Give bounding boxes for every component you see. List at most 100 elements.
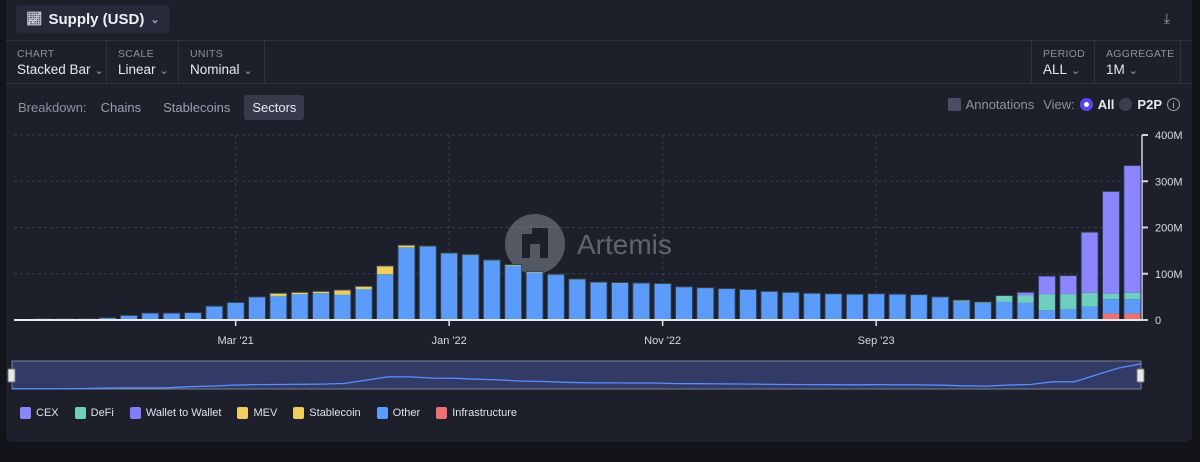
bar-segment-other: [718, 289, 736, 320]
view-label: View:: [1043, 97, 1075, 112]
y-tick-label: 200M: [1155, 223, 1183, 235]
chart-type-select[interactable]: CHART Stacked Bar ⌄: [6, 41, 107, 84]
bar-segment-other: [1102, 299, 1120, 314]
chevron-down-icon: ⌄: [94, 65, 104, 77]
y-tick-label: 100M: [1155, 269, 1183, 281]
bar-segment-other: [1081, 306, 1099, 320]
legend-item-mev[interactable]: MEV: [237, 407, 277, 419]
bar-segment-other: [547, 275, 565, 320]
legend: CEX DeFi Wallet to Wallet MEV Stablecoin Othe…: [20, 407, 517, 419]
navigator-right-handle[interactable]: [1136, 368, 1145, 383]
view-p2p-radio[interactable]: [1119, 98, 1133, 111]
chart-type-value: Stacked Bar: [17, 62, 91, 77]
bar-segment-other: [568, 279, 586, 320]
bar-segment-other: [846, 294, 864, 320]
breakdown-sectors[interactable]: Sectors: [244, 95, 305, 120]
legend-item-defi[interactable]: DeFi: [74, 407, 114, 419]
bar-segment-other: [611, 283, 629, 320]
artemis-watermark: Artemis: [505, 214, 672, 274]
bar-segment-other: [141, 313, 159, 320]
bar-segment-other: [867, 294, 885, 320]
navigator-left-handle[interactable]: [7, 368, 16, 383]
bar-segment-other: [504, 265, 522, 320]
download-icon[interactable]: ⤓: [1164, 10, 1170, 27]
chevron-down-icon: ⌄: [1128, 65, 1138, 77]
bar-segment-cex: [1059, 275, 1077, 295]
bar-segment-other: [910, 295, 928, 320]
svg-text:Artemis: Artemis: [577, 229, 672, 260]
chevron-down-icon: ⌄: [243, 65, 253, 77]
bar-segment-defi: [1059, 294, 1077, 310]
bar-segment-stablecoin: [376, 265, 394, 275]
stacked-bar-chart: 0 100M 200M 300M 400M Mar '21 Jan '22 Nov '22 Se…: [7, 130, 1183, 390]
legend-label: MEV: [253, 407, 278, 419]
bar-segment-defi: [1123, 292, 1141, 300]
bar-segment-other: [227, 302, 245, 320]
bar-segment-other: [824, 294, 842, 320]
legend-item-other[interactable]: Other: [376, 407, 421, 419]
legend-swatch: [237, 407, 249, 419]
scale-select[interactable]: SCALE Linear ⌄: [107, 41, 179, 84]
legend-item-stablecoin[interactable]: Stablecoin: [293, 407, 361, 419]
bar-segment-other: [483, 260, 501, 320]
bar-segment-other: [291, 294, 309, 320]
bar-segment-other: [376, 274, 394, 320]
bar-segment-defi: [995, 295, 1013, 302]
scale-value: Linear: [118, 62, 156, 77]
view-all-radio[interactable]: [1079, 98, 1093, 111]
legend-label: Stablecoin: [309, 407, 361, 419]
metric-title: Supply (USD): [48, 10, 145, 28]
bar-segment-other: [163, 313, 181, 320]
bar-segment-other: [931, 297, 949, 320]
annotations-label: Annotations: [965, 97, 1035, 112]
bar-segment-other: [782, 292, 800, 320]
controls-row: CHART Stacked Bar ⌄ SCALE Linear ⌄ UNITS Nomi…: [6, 40, 1192, 84]
legend-swatch: [376, 407, 388, 419]
line-chart-icon: 📈︎: [26, 11, 43, 26]
bar-segment-other: [184, 312, 202, 320]
bar-segment-other: [1059, 309, 1077, 320]
metric-dropdown[interactable]: 📈︎ Supply (USD) ⌄: [16, 5, 170, 33]
legend-swatch: [20, 407, 31, 419]
bar-segment-defi: [1017, 295, 1035, 303]
legend-label: Wallet to Wallet: [145, 407, 222, 419]
chart-type-label: CHART: [17, 48, 55, 60]
period-select[interactable]: PERIOD ALL ⌄: [1031, 41, 1095, 84]
annotations-checkbox[interactable]: [947, 98, 961, 111]
bar-segment-other: [355, 289, 373, 320]
x-tick-label: Nov '22: [644, 335, 681, 347]
bar-segment-defi: [1038, 294, 1056, 311]
units-label: UNITS: [190, 48, 223, 60]
legend-item-infrastructure[interactable]: Infrastructure: [436, 407, 517, 419]
bar-segment-other: [632, 283, 650, 320]
bar-segment-other: [590, 283, 608, 320]
bar-segment-other: [995, 301, 1013, 320]
bar-segment-defi: [1081, 292, 1099, 307]
breakdown-bar: Breakdown: Chains Stablecoins Sectors: [18, 95, 305, 120]
view-controls: Annotations View: All P2P i: [947, 97, 1180, 112]
scale-label: SCALE: [118, 48, 154, 60]
breakdown-label: Breakdown:: [18, 100, 87, 115]
legend-swatch: [129, 407, 141, 419]
view-all-label: All: [1097, 97, 1115, 112]
bar-segment-other: [675, 287, 693, 320]
legend-item-wallet-to-wallet[interactable]: Wallet to Wallet: [129, 407, 222, 419]
bar-segment-cex: [1038, 276, 1056, 295]
legend-swatch: [436, 407, 448, 419]
legend-label: Other: [392, 407, 421, 419]
bar-segment-other: [248, 297, 266, 320]
units-select[interactable]: UNITS Nominal ⌄: [179, 41, 265, 84]
bar-segment-other: [1017, 302, 1035, 320]
bar-segment-cex: [1123, 165, 1141, 293]
info-icon[interactable]: i: [1167, 98, 1180, 111]
breakdown-stablecoins[interactable]: Stablecoins: [155, 95, 238, 120]
breakdown-chains[interactable]: Chains: [93, 95, 149, 120]
legend-label: DeFi: [90, 407, 114, 419]
bar-segment-other: [760, 291, 778, 320]
bar-segment-other: [269, 296, 287, 320]
bar-segment-other: [205, 306, 223, 320]
aggregate-select[interactable]: AGGREGATE 1M ⌄: [1095, 41, 1181, 84]
bar-segment-defi: [1102, 293, 1120, 300]
bar-segment-other: [974, 303, 992, 320]
legend-item-cex[interactable]: CEX: [20, 407, 59, 419]
